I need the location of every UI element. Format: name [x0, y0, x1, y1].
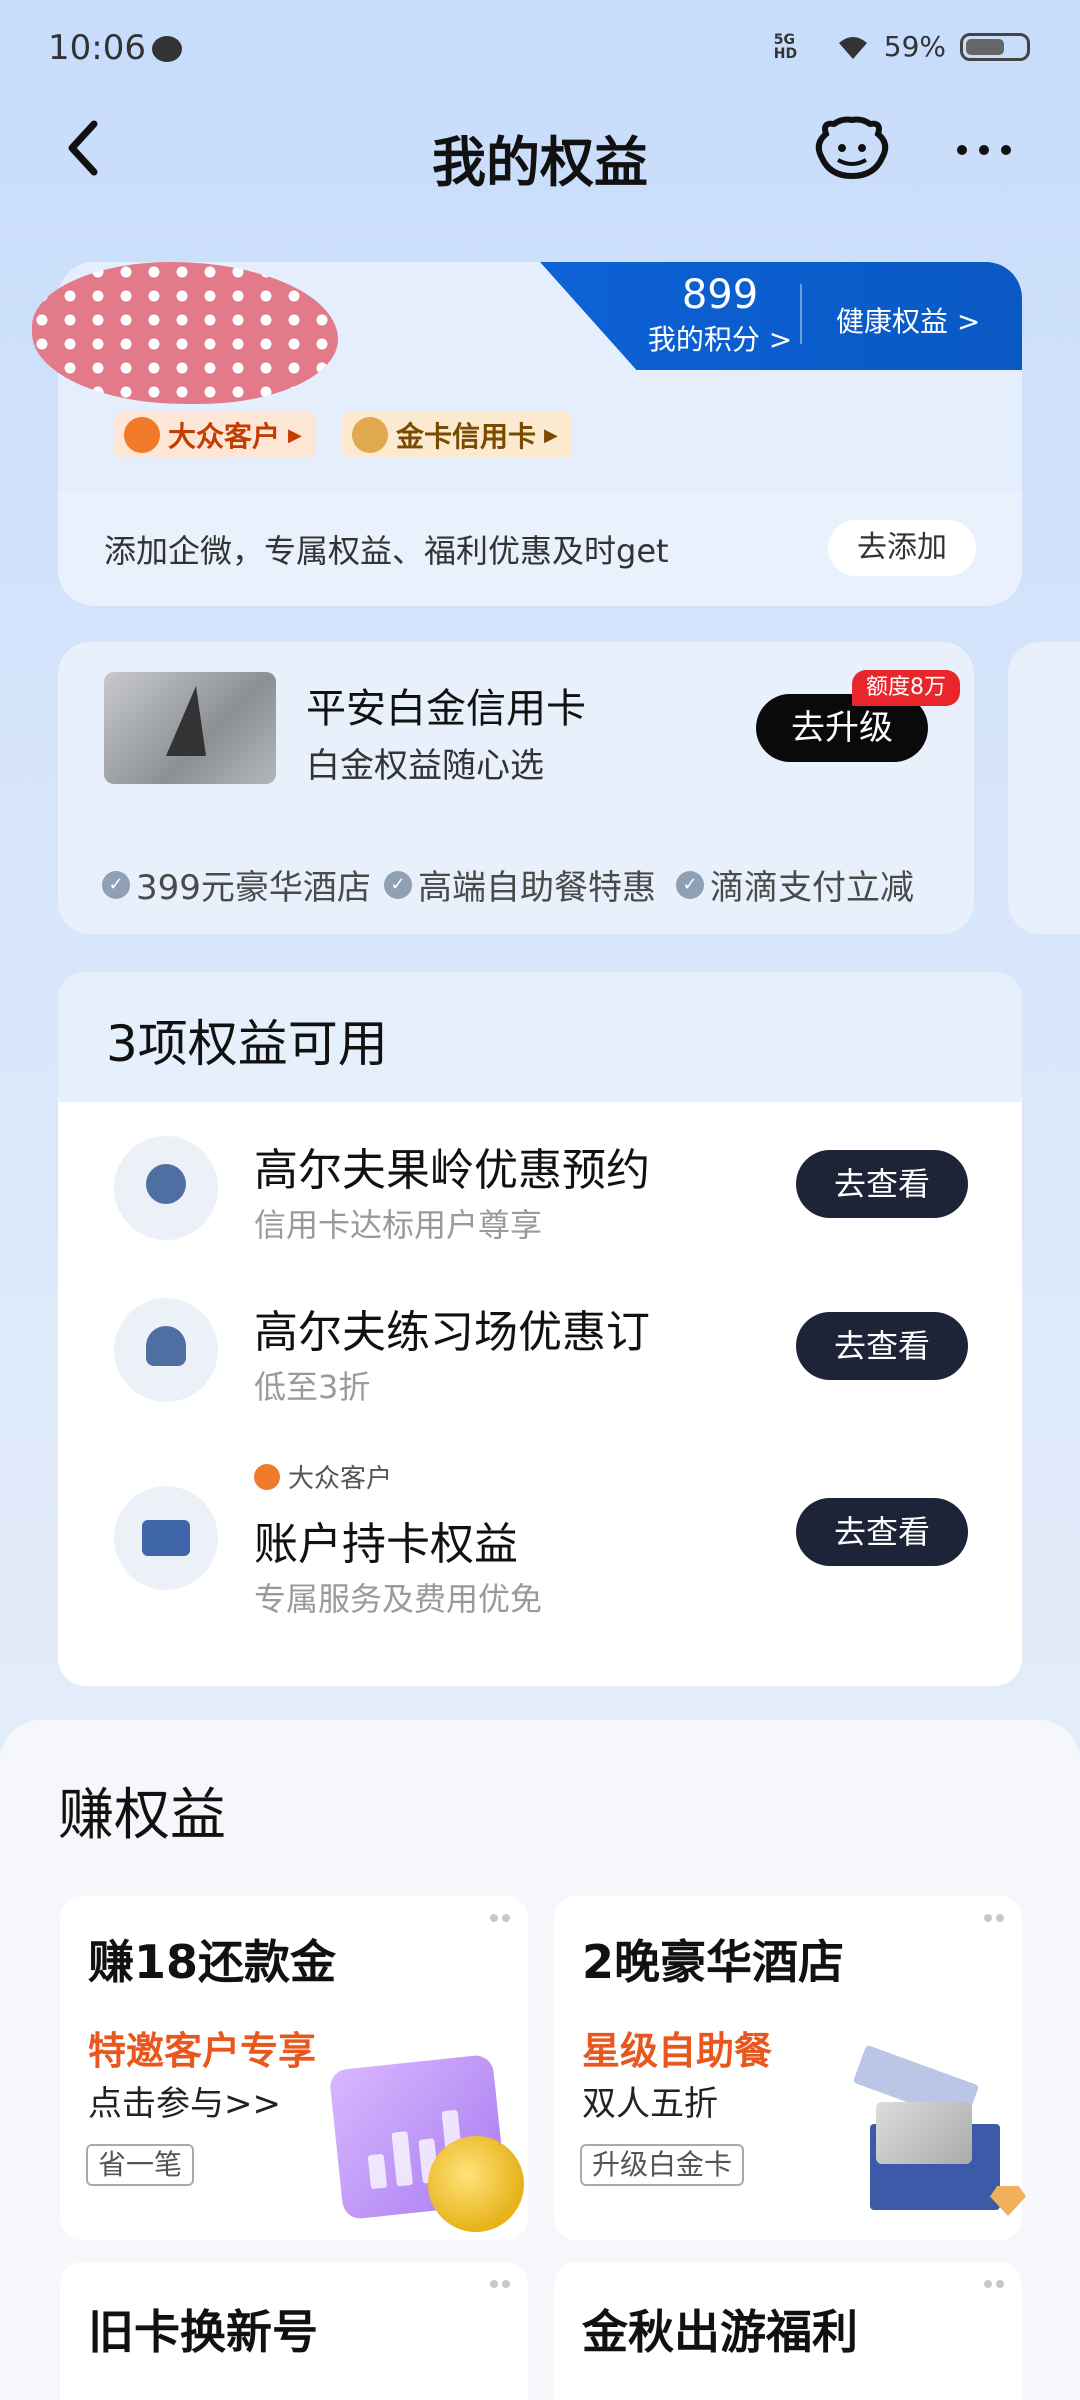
tile-title: 金秋出游福利	[582, 2305, 858, 2359]
view-benefit-button[interactable]: 去查看	[796, 1150, 968, 1218]
earn-tile[interactable]: 金秋出游福利	[554, 2262, 1022, 2400]
card-type-tag[interactable]: 金卡信用卡 ▶	[342, 412, 572, 458]
more-dots-icon	[490, 2280, 514, 2290]
tag-label: 金卡信用卡	[396, 420, 537, 453]
status-time: 10:06	[48, 28, 146, 68]
next-promo-card[interactable]	[1008, 642, 1080, 934]
battery-icon	[960, 32, 1030, 61]
health-benefits-link[interactable]: 健康权益 >	[836, 300, 980, 340]
tile-tag: 省一笔	[86, 2144, 195, 2186]
benefit-title: 账户持卡权益	[254, 1519, 518, 1570]
perk-label: 399元豪华酒店	[136, 868, 371, 908]
battery-percent: 59%	[883, 30, 946, 63]
perk-item: ✓ 399元豪华酒店	[102, 860, 371, 909]
more-icon[interactable]	[956, 142, 1012, 158]
caret-right-icon: ▶	[544, 424, 558, 446]
perk-label: 高端自助餐特惠	[418, 868, 656, 908]
tile-highlight: 星级自助餐	[582, 2029, 773, 2073]
credit-limit-badge: 额度8万	[852, 670, 960, 706]
customer-tier-tag[interactable]: 大众客户 ▶	[114, 412, 316, 458]
check-icon: ✓	[384, 870, 412, 899]
shield-icon	[124, 417, 160, 453]
page-title: 我的权益	[432, 131, 648, 194]
more-dots-icon	[984, 2280, 1008, 2290]
divider	[800, 284, 802, 344]
points-label[interactable]: 我的积分 >	[620, 318, 820, 358]
earn-title: 赚权益	[58, 1783, 226, 1848]
tile-highlight: 特邀客户专享	[88, 2029, 317, 2073]
add-wecom-button[interactable]: 去添加	[828, 520, 976, 576]
benefit-title: 高尔夫果岭优惠预约	[254, 1145, 650, 1196]
perk-label: 滴滴支付立减	[710, 868, 914, 908]
message-icon	[152, 36, 182, 62]
wifi-icon	[838, 36, 867, 59]
promo-title: 平安白金信用卡	[306, 686, 586, 732]
wecom-prompt: 添加企微，专属权益、福利优惠及时get	[104, 532, 669, 570]
user-icon	[114, 1298, 218, 1402]
earn-tile[interactable]: 旧卡换新号	[60, 2262, 528, 2400]
mini-tag-label: 大众客户	[288, 1464, 393, 1494]
platinum-card-image	[104, 672, 276, 784]
tile-tag: 升级白金卡	[580, 2144, 745, 2186]
status-indicators: 5G HD 59%	[774, 30, 1030, 63]
caret-right-icon: ▶	[288, 424, 302, 446]
benefits-title: 3项权益可用	[106, 1015, 388, 1073]
benefit-subtitle: 低至3折	[254, 1368, 371, 1406]
view-benefit-button[interactable]: 去查看	[796, 1498, 968, 1566]
gift-box-illustration	[850, 2044, 1010, 2222]
network-indicator: 5G HD	[773, 31, 798, 62]
customer-tier-mini-tag: 大众客户	[254, 1458, 392, 1495]
benefit-subtitle: 专属服务及费用优免	[254, 1580, 543, 1618]
shield-icon	[254, 1463, 280, 1490]
coin-illustration	[428, 2136, 524, 2232]
promo-subtitle: 白金权益随心选	[306, 746, 544, 786]
tile-body: 双人五折	[582, 2084, 718, 2124]
check-icon: ✓	[102, 870, 130, 899]
more-dots-icon	[490, 1914, 514, 1924]
tag-label: 大众客户	[168, 420, 281, 453]
perk-item: ✓ 滴滴支付立减	[676, 860, 914, 909]
view-benefit-button[interactable]: 去查看	[796, 1312, 968, 1380]
card-icon	[114, 1486, 218, 1590]
benefit-title: 高尔夫练习场优惠订	[254, 1307, 650, 1358]
check-icon: ✓	[676, 870, 704, 899]
golf-ball-icon	[114, 1136, 218, 1240]
tile-title: 2晚豪华酒店	[582, 1935, 845, 1989]
card-icon	[352, 417, 388, 453]
tile-title: 旧卡换新号	[88, 2305, 318, 2359]
perk-item: ✓ 高端自助餐特惠	[384, 860, 656, 909]
tile-title: 赚18还款金	[88, 1935, 337, 1989]
more-dots-icon	[984, 1914, 1008, 1924]
points-value[interactable]: 899	[630, 272, 810, 318]
benefit-subtitle: 信用卡达标用户尊享	[254, 1206, 543, 1244]
customer-service-icon[interactable]	[812, 116, 892, 182]
tile-body: 点击参与>>	[88, 2084, 281, 2124]
